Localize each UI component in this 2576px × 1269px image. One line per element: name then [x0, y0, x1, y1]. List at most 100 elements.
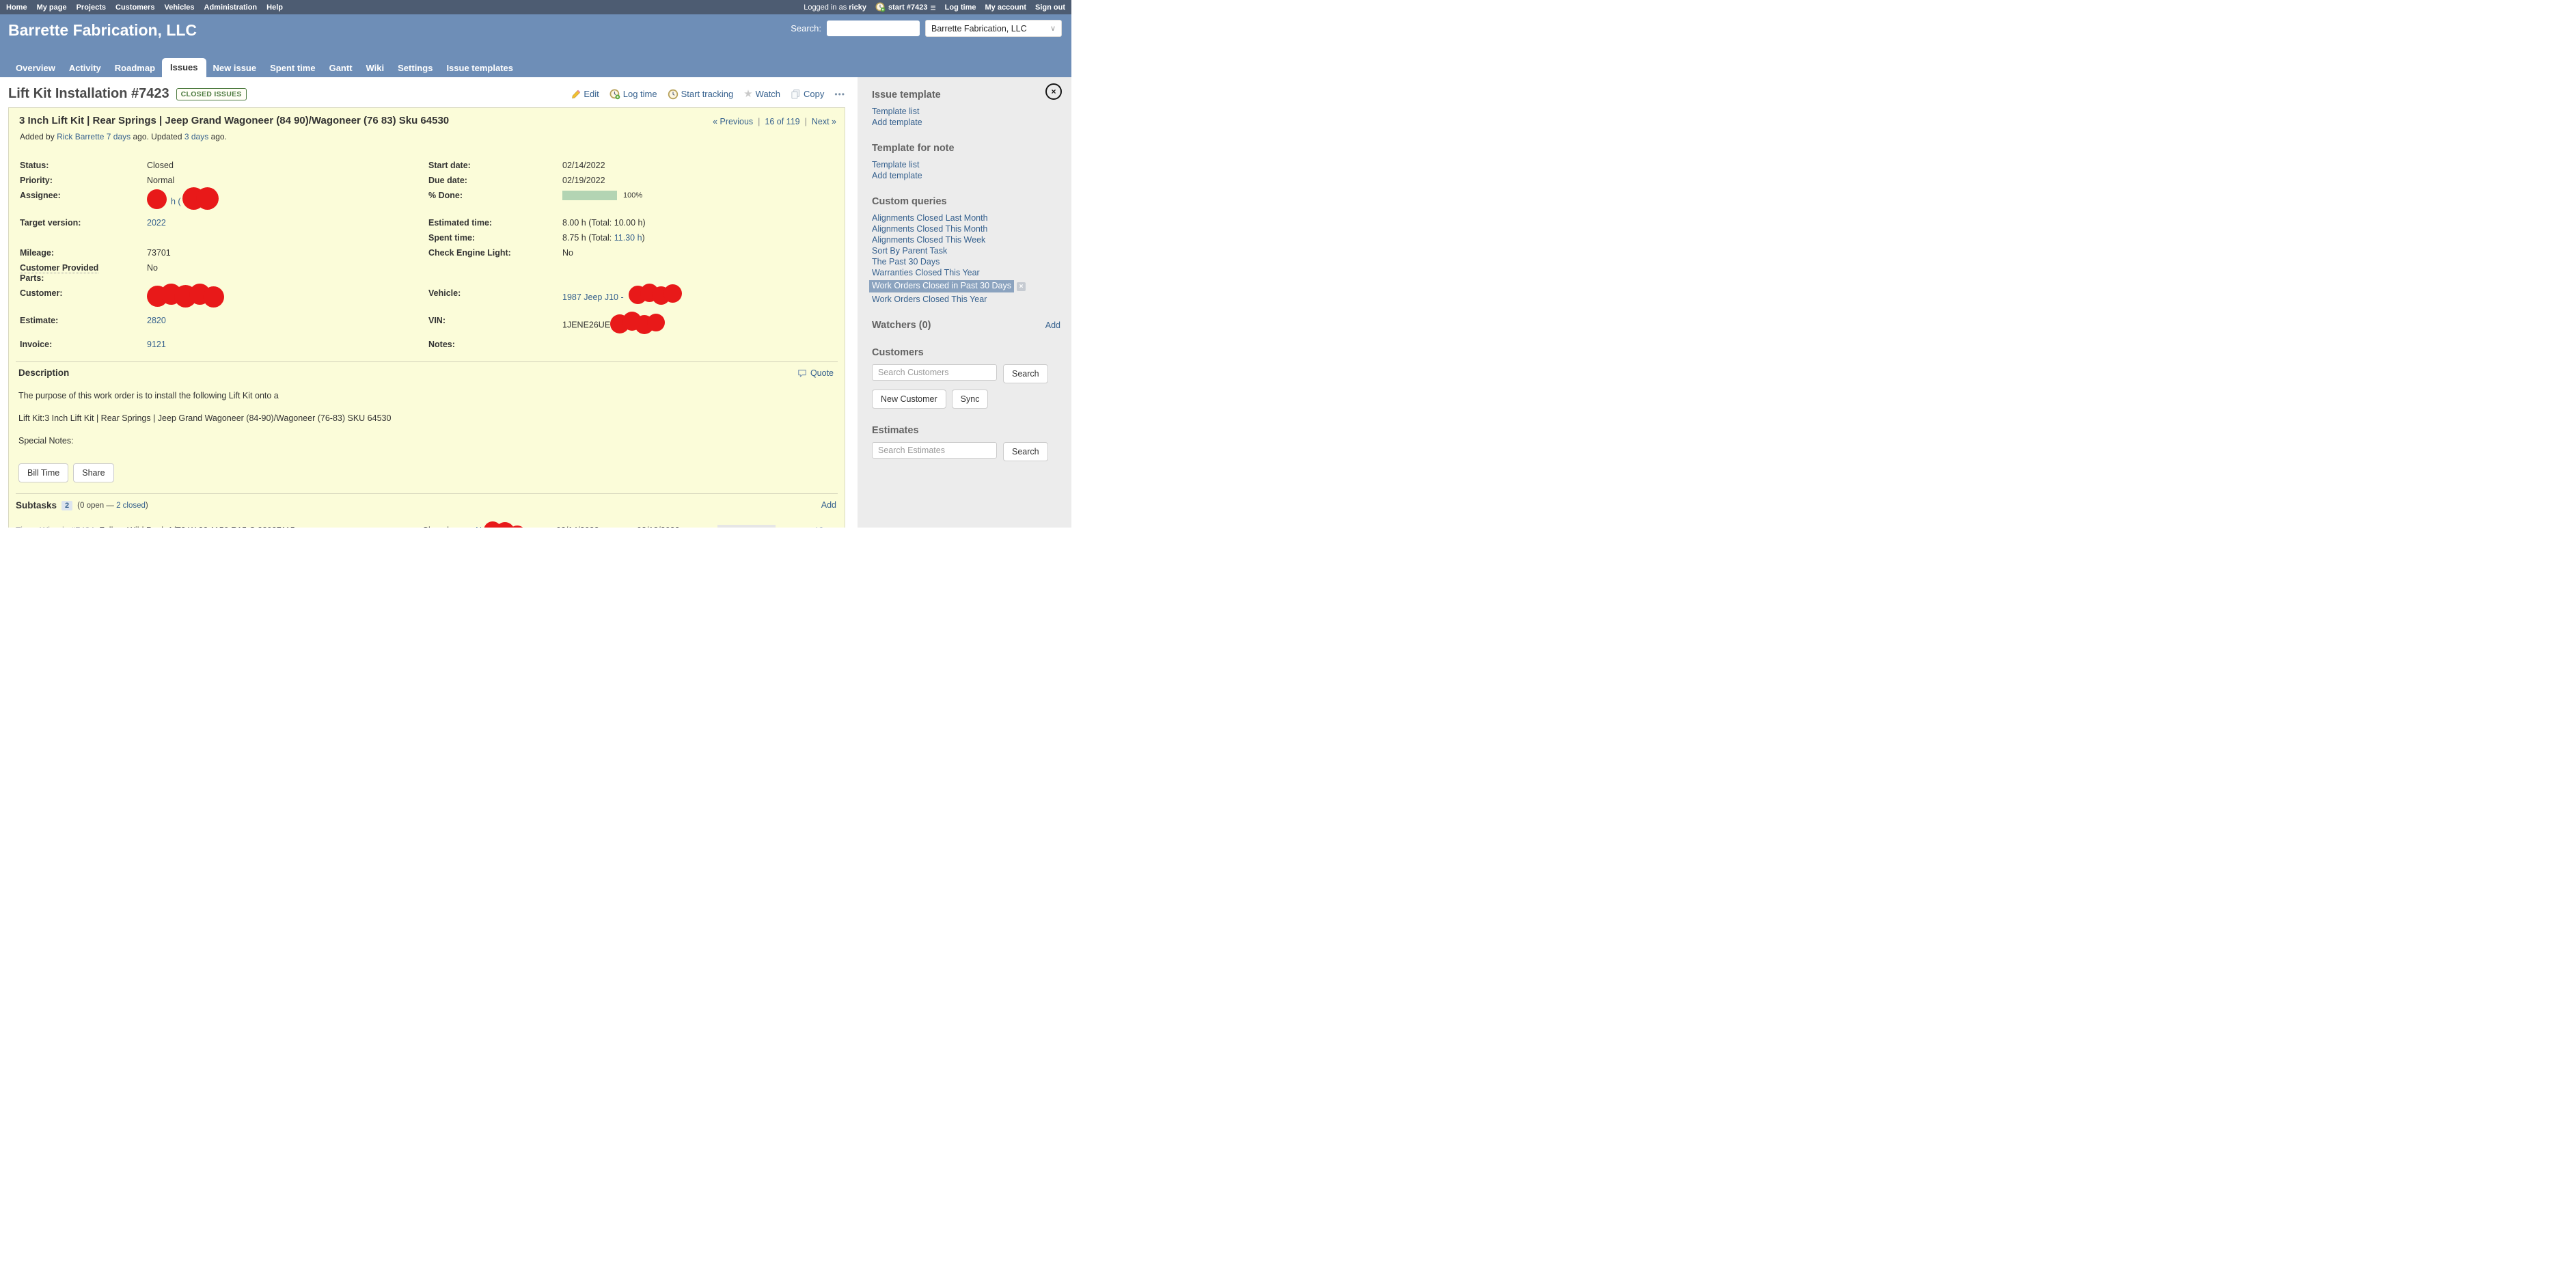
custom-query-link[interactable]: Alignments Closed This Week — [872, 235, 1060, 245]
tab-issue-templates[interactable]: Issue templates — [439, 59, 520, 77]
log-time-button[interactable]: Log time — [609, 89, 657, 100]
add-template-link[interactable]: Add template — [872, 118, 1060, 128]
vehicle-link[interactable]: 1987 Jeep J10 - — [562, 292, 624, 301]
start-tracker-link[interactable]: start #7423 — [888, 3, 928, 12]
time-tracker: start #7423 ≡ — [875, 2, 936, 12]
spent-time-total-link[interactable]: 11.30 h — [614, 233, 642, 243]
check-engine-label: Check Engine Light: — [428, 245, 562, 260]
project-select-value: Barrette Fabrication, LLC — [931, 24, 1027, 33]
unlink-icon[interactable] — [813, 526, 823, 528]
copy-button[interactable]: Copy — [791, 89, 824, 99]
top-nav-customers[interactable]: Customers — [115, 3, 154, 12]
tab-issues[interactable]: Issues — [162, 58, 206, 77]
next-issue-link[interactable]: Next » — [812, 117, 836, 126]
search-customers-button[interactable]: Search — [1003, 364, 1048, 383]
added-age-link[interactable]: 7 days — [107, 132, 131, 141]
remove-query-icon[interactable]: × — [1017, 282, 1026, 291]
description-paragraph: The purpose of this work order is to ins… — [18, 391, 836, 400]
page: Home My page Projects Customers Vehicles… — [0, 0, 1071, 528]
issue-attributes: Status: Closed Start date: 02/14/2022 Pr… — [20, 158, 838, 352]
search-estimates-button[interactable]: Search — [1003, 442, 1048, 461]
author-link[interactable]: Rick Barrette — [57, 132, 104, 141]
target-version-link[interactable]: 2022 — [147, 218, 166, 228]
issue-actions: Edit Log time — [571, 89, 845, 100]
updated-age-link[interactable]: 3 days — [184, 132, 208, 141]
custom-queries-heading: Custom queries — [872, 196, 1060, 207]
top-nav-vehicles[interactable]: Vehicles — [164, 3, 194, 12]
header-search-area: Search: Barrette Fabrication, LLC ∨ — [791, 20, 1062, 37]
username-link[interactable]: ricky — [849, 3, 866, 12]
quote-button[interactable]: Quote — [797, 368, 834, 378]
customer-provided-line1: Customer Provided — [20, 263, 98, 273]
pagination-separator: | — [758, 117, 760, 126]
pencil-icon — [571, 90, 581, 99]
tab-new-issue[interactable]: New issue — [206, 59, 264, 77]
project-jump-select[interactable]: Barrette Fabrication, LLC ∨ — [925, 20, 1062, 37]
spent-time-value: 8.75 h (Total: 11.30 h) — [562, 230, 838, 245]
subtasks-count-badge: 2 — [61, 501, 72, 510]
sync-button[interactable]: Sync — [952, 390, 989, 409]
issue-template-heading: Issue template — [872, 90, 1060, 100]
tab-activity[interactable]: Activity — [62, 59, 108, 77]
more-actions-button[interactable]: ••• — [834, 90, 845, 99]
custom-query-link[interactable]: Alignments Closed This Month — [872, 224, 1060, 234]
estimate-label: Estimate: — [20, 313, 147, 328]
notes-value — [562, 337, 838, 342]
tab-overview[interactable]: Overview — [9, 59, 62, 77]
log-time-link[interactable]: Log time — [945, 3, 976, 12]
custom-query-link[interactable]: Work Orders Closed This Year — [872, 295, 1060, 305]
tab-spent-time[interactable]: Spent time — [263, 59, 322, 77]
spent-time-prefix: 8.75 h (Total: — [562, 233, 612, 243]
custom-query-link[interactable]: The Past 30 Days — [872, 257, 1060, 267]
bill-time-button[interactable]: Bill Time — [18, 463, 68, 482]
top-nav-home[interactable]: Home — [6, 3, 27, 12]
progress-bar — [562, 191, 617, 200]
search-input[interactable] — [827, 21, 920, 36]
tab-roadmap[interactable]: Roadmap — [108, 59, 162, 77]
edit-button[interactable]: Edit — [571, 89, 599, 99]
my-account-link[interactable]: My account — [985, 3, 1026, 12]
estimate-link[interactable]: 2820 — [147, 316, 166, 325]
custom-query-link[interactable]: Alignments Closed Last Month — [872, 213, 1060, 223]
top-menu-bar: Home My page Projects Customers Vehicles… — [0, 0, 1071, 14]
more-actions-button[interactable]: ••• — [827, 526, 838, 528]
close-sidebar-button[interactable]: × — [1045, 83, 1062, 100]
clock-icon — [668, 89, 679, 100]
note-add-template-link[interactable]: Add template — [872, 171, 1060, 181]
add-watcher-link[interactable]: Add — [1045, 320, 1060, 330]
assignee-label: Assignee: — [20, 188, 147, 203]
new-customer-button[interactable]: New Customer — [872, 390, 946, 409]
estimates-heading: Estimates — [872, 425, 1060, 436]
custom-query-link[interactable]: Sort By Parent Task — [872, 246, 1060, 256]
copy-icon — [791, 89, 801, 99]
template-list-link[interactable]: Template list — [872, 107, 1060, 117]
custom-query-link[interactable]: Warranties Closed This Year — [872, 268, 1060, 278]
top-nav-help[interactable]: Help — [266, 3, 283, 12]
tracker-menu-icon[interactable]: ≡ — [930, 4, 935, 11]
start-tracking-button[interactable]: Start tracking — [668, 89, 734, 100]
tab-gantt[interactable]: Gantt — [323, 59, 359, 77]
invoice-link[interactable]: 9121 — [147, 340, 166, 349]
sign-out-link[interactable]: Sign out — [1035, 3, 1065, 12]
top-nav-administration[interactable]: Administration — [204, 3, 258, 12]
previous-issue-link[interactable]: « Previous — [713, 117, 753, 126]
subtask-link[interactable]: Tire + Wheels #7424 — [16, 526, 94, 528]
top-nav-my-page[interactable]: My page — [37, 3, 67, 12]
priority-label: Priority: — [20, 173, 147, 188]
subtask-due-date: 02/18/2022 — [637, 526, 717, 528]
share-button[interactable]: Share — [73, 463, 113, 482]
watch-button[interactable]: ★ Watch — [743, 89, 780, 99]
subtasks-closed-link[interactable]: 2 closed — [116, 502, 146, 510]
search-customers-input[interactable] — [872, 364, 997, 381]
tab-settings[interactable]: Settings — [391, 59, 439, 77]
note-template-list-link[interactable]: Template list — [872, 160, 1060, 170]
subtask-status: Closed — [422, 526, 476, 528]
search-estimates-input[interactable] — [872, 442, 997, 459]
edit-label: Edit — [584, 89, 599, 99]
subtasks-close-paren: ) — [146, 502, 148, 510]
top-nav-projects[interactable]: Projects — [77, 3, 106, 12]
subtasks-open-text: (0 open — — [77, 502, 114, 510]
tab-wiki[interactable]: Wiki — [359, 59, 392, 77]
custom-query-link-selected[interactable]: Work Orders Closed in Past 30 Days — [869, 280, 1014, 292]
add-subtask-link[interactable]: Add — [821, 500, 836, 510]
